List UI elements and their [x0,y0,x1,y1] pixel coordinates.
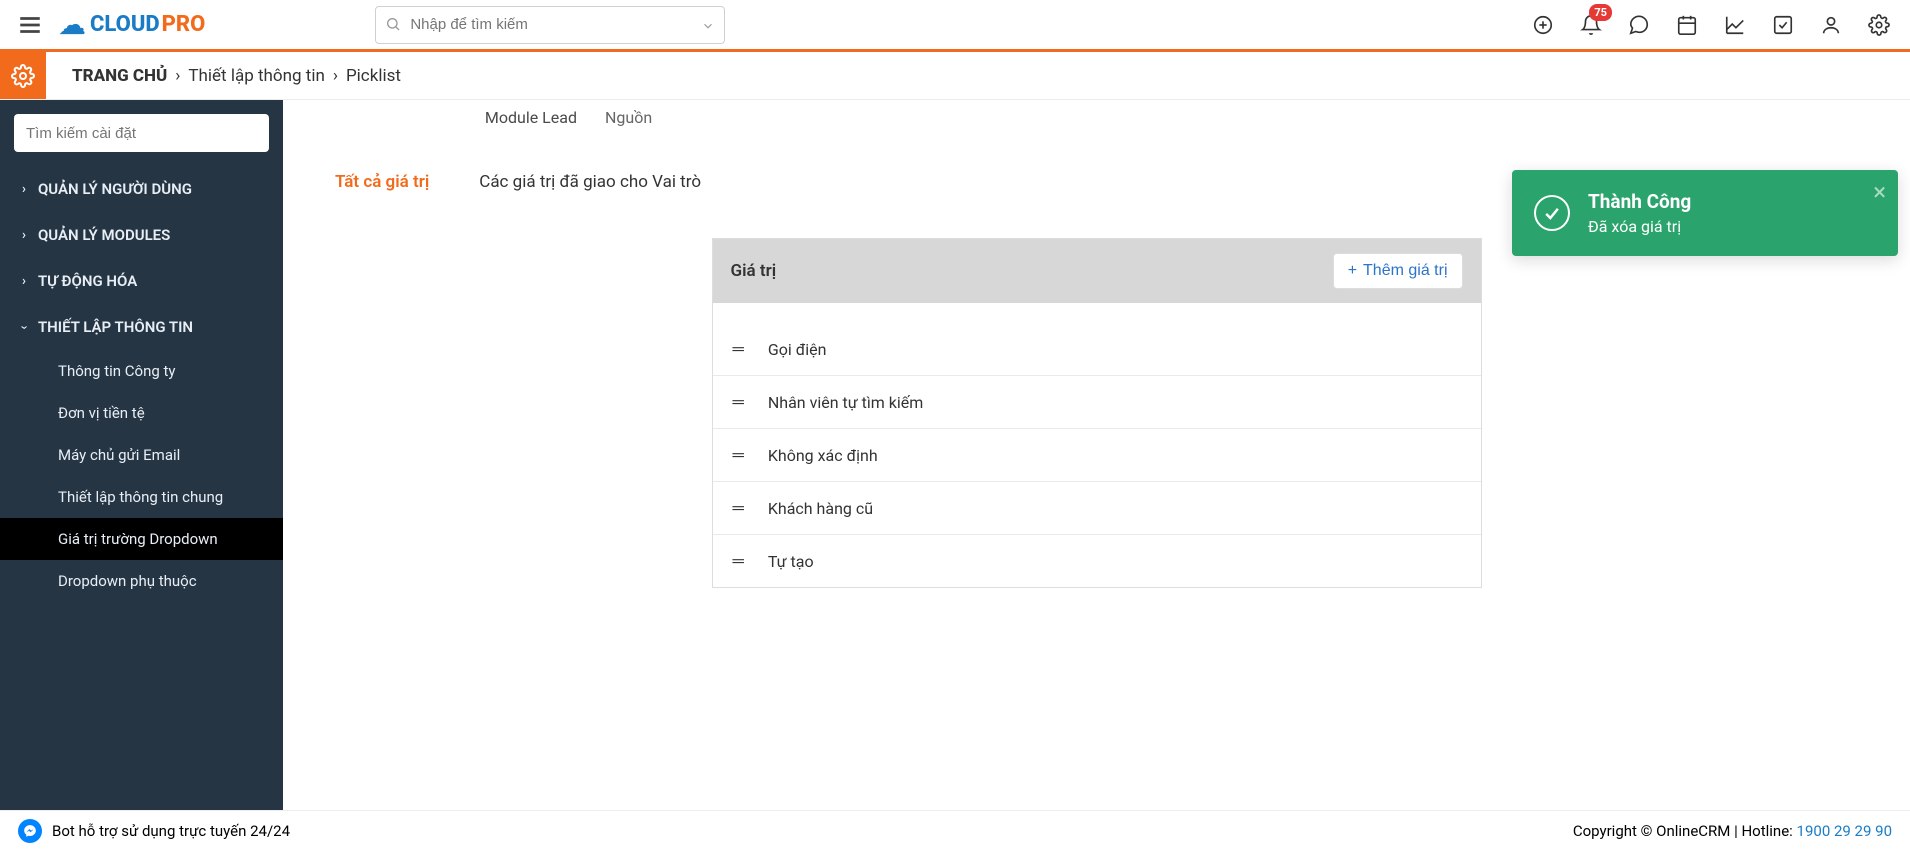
sidebar-item-dependent-dropdown[interactable]: Dropdown phụ thuộc [0,560,283,602]
hamburger-menu[interactable] [10,5,50,45]
value-label: Khách hàng cũ [768,499,873,518]
global-search-input[interactable] [375,6,725,44]
table-row[interactable]: ═ Nhân viên tự tìm kiếm [713,375,1481,428]
sidebar-item-general-settings[interactable]: Thiết lập thông tin chung [0,476,283,518]
add-button-label: Thêm giá trị [1363,262,1447,280]
sidebar-section-label: QUẢN LÝ MODULES [38,226,170,244]
value-label: Không xác định [768,446,878,465]
sidebar-section-label: THIẾT LẬP THÔNG TIN [38,318,193,336]
logo[interactable]: ☁ CLOUDPRO [58,8,205,41]
toast-title: Thành Công [1588,190,1691,213]
value-label: Gọi điện [768,340,827,359]
drag-handle-icon[interactable]: ═ [733,392,744,412]
toast-message: Đã xóa giá trị [1588,217,1691,236]
values-table-body: ═ Gọi điện ═ Nhân viên tự tìm kiếm ═ Khô… [713,323,1481,587]
notification-badge: 75 [1589,4,1612,21]
footer-copyright: Copyright © OnlineCRM | Hotline: [1573,822,1797,840]
tab-role-values[interactable]: Các giá trị đã giao cho Vai trò [479,172,701,198]
sidebar-section-settings[interactable]: › THIẾT LẬP THÔNG TIN [0,304,283,350]
add-icon[interactable] [1532,14,1554,36]
settings-sidebar: › QUẢN LÝ NGƯỜI DÙNG › QUẢN LÝ MODULES ›… [0,100,283,810]
table-row[interactable]: ═ Gọi điện [713,323,1481,375]
messenger-icon[interactable] [18,819,42,843]
value-label: Tự tạo [768,552,814,571]
drag-handle-icon[interactable]: ═ [733,445,744,465]
chart-icon[interactable] [1724,14,1746,36]
sidebar-item-email-server[interactable]: Máy chủ gửi Email [0,434,283,476]
chevron-down-icon: › [16,325,31,329]
tab-all-values[interactable]: Tất cả giá trị [335,172,429,198]
sidebar-section-automation[interactable]: › TỰ ĐỘNG HÓA [0,258,283,304]
sidebar-item-company-info[interactable]: Thông tin Công ty [0,350,283,392]
table-row[interactable]: ═ Tự tạo [713,534,1481,587]
global-search [375,6,725,44]
sidebar-item-currency[interactable]: Đơn vị tiền tệ [0,392,283,434]
table-header-label: Giá trị [731,261,777,281]
chevron-right-icon: › [333,66,338,86]
chevron-down-icon[interactable] [701,18,715,37]
chat-icon[interactable] [1628,14,1650,36]
bell-icon[interactable]: 75 [1580,14,1602,36]
field-selector-dropdown[interactable]: Nguồn [593,102,873,132]
topbar-actions: 75 [1532,14,1900,36]
drag-handle-icon[interactable]: ═ [733,551,744,571]
footer-phone[interactable]: 1900 29 29 90 [1797,822,1892,840]
sidebar-item-dropdown-values[interactable]: Giá trị trường Dropdown [0,518,283,560]
value-label: Nhân viên tự tìm kiếm [768,393,923,412]
table-row[interactable]: ═ Khách hàng cũ [713,481,1481,534]
user-icon[interactable] [1820,14,1842,36]
breadcrumb-row: TRANG CHỦ › Thiết lập thông tin › Pickli… [0,52,1910,100]
breadcrumb-level1[interactable]: Thiết lập thông tin [188,66,324,86]
topbar: ☁ CLOUDPRO 75 [0,0,1910,52]
sidebar-section-label: TỰ ĐỘNG HÓA [38,272,137,290]
settings-button[interactable] [0,52,46,99]
success-toast: Thành Công Đã xóa giá trị × [1512,170,1898,256]
field-selector-label: Module Lead [313,108,593,127]
footer: Bot hỗ trợ sử dụng trực tuyến 24/24 Copy… [0,810,1910,850]
chevron-right-icon: › [22,182,26,197]
sidebar-section-modules[interactable]: › QUẢN LÝ MODULES [0,212,283,258]
calendar-icon[interactable] [1676,14,1698,36]
check-icon[interactable] [1772,14,1794,36]
main-content: Module Lead Nguồn Tất cả giá trị Các giá… [283,100,1910,810]
breadcrumb-level2[interactable]: Picklist [346,66,401,86]
search-icon [385,16,401,36]
plus-icon: + [1348,262,1357,280]
field-selector-row: Module Lead Nguồn [283,100,1910,152]
drag-handle-icon[interactable]: ═ [733,339,744,359]
close-icon[interactable]: × [1873,178,1886,206]
chevron-right-icon: › [22,228,26,243]
chevron-right-icon: › [175,66,180,86]
dropdown-value: Nguồn [605,108,652,127]
values-table: Giá trị + Thêm giá trị ═ Gọi điện ═ Nhân… [712,238,1482,588]
sidebar-section-users[interactable]: › QUẢN LÝ NGƯỜI DÙNG [0,166,283,212]
check-circle-icon [1534,195,1570,231]
breadcrumb-home[interactable]: TRANG CHỦ [72,66,167,86]
sidebar-section-label: QUẢN LÝ NGƯỜI DÙNG [38,180,192,198]
chevron-right-icon: › [22,274,26,289]
cloud-icon: ☁ [58,8,86,41]
sidebar-search-input[interactable] [14,114,269,152]
settings-icon[interactable] [1868,14,1890,36]
breadcrumb: TRANG CHỦ › Thiết lập thông tin › Pickli… [46,52,401,99]
add-value-button[interactable]: + Thêm giá trị [1333,253,1463,289]
drag-handle-icon[interactable]: ═ [733,498,744,518]
footer-bot-text: Bot hỗ trợ sử dụng trực tuyến 24/24 [52,822,290,840]
table-row[interactable]: ═ Không xác định [713,428,1481,481]
